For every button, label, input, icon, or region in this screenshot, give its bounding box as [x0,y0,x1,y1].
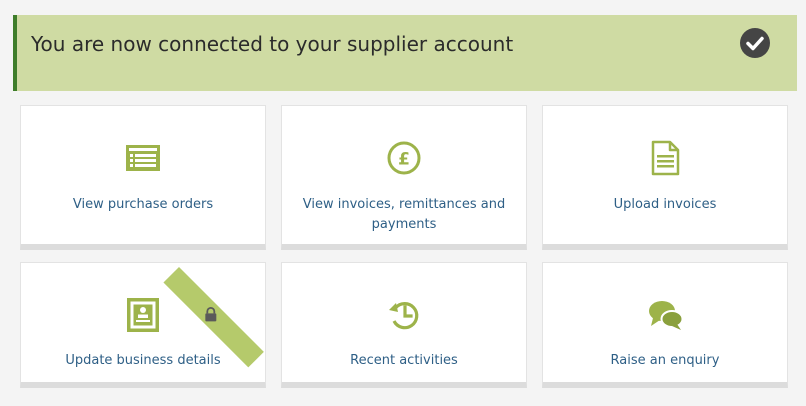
tile-label: View invoices, remittances and payments [302,197,506,232]
check-circle-icon [740,28,770,58]
tile-view-invoices[interactable]: £ View invoices, remittances and payment… [281,105,527,250]
tile-label: Upload invoices [613,197,717,212]
purchase-orders-icon [125,140,161,176]
lock-icon [204,306,218,322]
tile-label: View purchase orders [72,197,214,212]
banner-message: You are now connected to your supplier a… [31,32,514,56]
tile-view-purchase-orders[interactable]: View purchase orders [20,105,266,250]
tile-label: Update business details [65,353,221,368]
tile-raise-an-enquiry[interactable]: Raise an enquiry [542,262,788,388]
connection-banner: You are now connected to your supplier a… [13,15,797,91]
chat-bubbles-icon [647,297,683,333]
history-icon [386,297,422,333]
svg-text:£: £ [398,150,410,170]
tile-upload-invoices[interactable]: Upload invoices [542,105,788,250]
tile-label: Recent activities [350,353,458,368]
business-card-icon [125,297,161,333]
tile-recent-activities[interactable]: Recent activities [281,262,527,388]
tile-update-business-details[interactable]: Update business details [20,262,266,388]
pound-coin-icon: £ [386,140,422,176]
tile-label: Raise an enquiry [610,353,720,368]
document-icon [647,140,683,176]
